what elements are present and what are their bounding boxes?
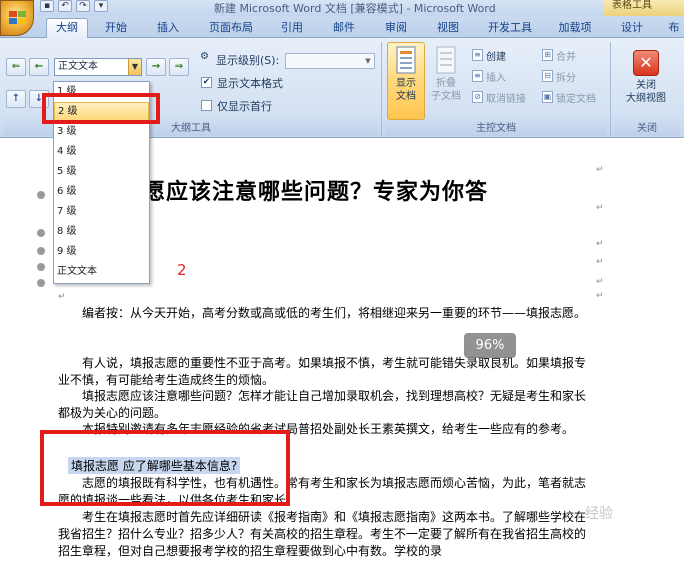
outline-bullet[interactable] [37,263,45,271]
merge-subdocument-button[interactable]: ⊞ 合并 [542,47,576,63]
split-icon: ⊟ [542,70,553,82]
redo-icon[interactable]: ↷ [76,0,90,12]
paragraph-mark: ↵ [596,203,604,213]
demote-to-body-button[interactable]: ⇒ [169,58,189,76]
create-icon: ≡ [472,49,483,61]
close-outline-view-button[interactable]: ✕ 关闭 大纲视图 [616,50,676,105]
level-option[interactable]: 6 级 [54,182,149,202]
demote-button[interactable]: → [146,58,166,76]
merge-icon: ⊞ [542,49,553,61]
outline-level-value: 正文文本 [58,61,98,72]
level-option[interactable]: 9 级 [54,242,149,262]
tab-page-layout[interactable]: 页面布局 [200,19,262,38]
window-title: 新建 Microsoft Word 文档 [兼容模式] - Microsoft … [214,2,496,15]
close-icon: ✕ [633,50,659,76]
collapse-subdocuments-button[interactable]: 折叠 子文档 [428,46,464,103]
unlink-icon: ⊘ [472,91,483,103]
group-separator [610,42,611,136]
outline-bullet[interactable] [37,279,45,287]
paragraph-mark: ↵ [596,277,604,287]
watermark: 经验 [585,506,613,522]
tab-review[interactable]: 审阅 [374,19,418,38]
level-option[interactable]: 4 级 [54,142,149,162]
show-document-icon [396,46,416,74]
undo-icon[interactable]: ↶ [58,0,72,12]
context-tab-header: 表格工具 [604,0,684,16]
outline-bullet[interactable] [37,247,45,255]
promote-button[interactable]: ← [29,58,49,76]
unlink-label: 取消链接 [486,93,526,105]
show-text-format-label: 显示文本格式 [217,77,283,90]
chevron-down-icon[interactable]: ▼ [128,59,141,75]
lock-document-button[interactable]: ▣ 锁定文档 [542,89,596,105]
outline-bullet[interactable] [37,191,45,199]
body-paragraph: 考生在填报志愿时首先应详细研读《报考指南》和《填报志愿指南》这两本书。了解哪些学… [58,510,587,558]
create-label: 创建 [486,51,506,63]
level-option[interactable]: 正文文本 [54,262,149,282]
merge-label: 合并 [556,51,576,63]
level-option[interactable]: 5 级 [54,162,149,182]
paragraph-mark: ↵ [596,291,604,301]
office-logo-icon [9,11,26,24]
first-line-only-checkbox[interactable] [201,100,212,111]
insert-subdocument-button[interactable]: ≡ 插入 [472,68,506,84]
zoom-indicator: 96% [464,333,516,358]
split-subdocument-button[interactable]: ⊟ 拆分 [542,68,576,84]
level-option[interactable]: 8 级 [54,222,149,242]
level-option[interactable]: 3 级 [54,122,149,142]
split-label: 拆分 [556,72,576,84]
close-outline-view-label: 关闭 大纲视图 [626,80,666,104]
quick-access-toolbar: ▪ ↶ ↷ ▾ [40,0,108,14]
move-up-button[interactable]: ↑ [6,90,26,108]
document-title: 志愿应该注意哪些问题？专家为你答 [120,179,489,205]
customize-qat-icon[interactable]: ▾ [94,0,108,12]
promote-to-heading1-button[interactable]: ⇐ [6,58,26,76]
tab-developer[interactable]: 开发工具 [478,19,542,38]
tab-view[interactable]: 视图 [426,19,470,38]
paragraph-mark: ↵ [596,257,604,267]
ribbon-tab-bar: 大纲 开始 插入 页面布局 引用 邮件 审阅 视图 开发工具 加载项 设计 布 [0,16,684,39]
tab-mailings[interactable]: 邮件 [322,19,366,38]
chevron-down-icon[interactable]: ▼ [362,54,374,68]
outline-bullet[interactable] [37,229,45,237]
collapse-subdocuments-label: 折叠 子文档 [431,78,461,102]
show-document-label: 显示 文档 [396,78,416,102]
show-document-button[interactable]: 显示 文档 [388,46,424,103]
save-icon[interactable]: ▪ [40,0,54,12]
paragraph-mark: ↵ [58,292,66,302]
annotation-box-heading [40,430,290,506]
paragraph-mark: ↵ [596,239,604,249]
group-label-close: 关闭 [614,122,680,136]
tab-references[interactable]: 引用 [270,19,314,38]
unlink-subdocument-button[interactable]: ⊘ 取消链接 [472,89,526,105]
tab-layout-partial[interactable]: 布 [664,19,684,38]
first-line-only-label: 仅显示首行 [217,100,272,113]
show-level-select[interactable]: ▼ [285,53,375,69]
create-subdocument-button[interactable]: ≡ 创建 [472,47,506,63]
title-bar: ▪ ↶ ↷ ▾ 新建 Microsoft Word 文档 [兼容模式] - Mi… [0,0,684,16]
body-paragraph: 填报志愿应该注意哪些问题？怎样才能让自己增加录取机会，找到理想高校？无疑是考生和… [58,389,587,420]
body-paragraph: 编者按：从今天开始，高考分数或高或低的考生们，将相继迎来另一重要的环节——填报志… [82,306,587,320]
lock-label: 锁定文档 [556,93,596,105]
tab-design[interactable]: 设计 [612,19,652,38]
show-text-format-checkbox[interactable]: ✔ [201,77,212,88]
annotation-box-level [42,93,160,124]
tab-outline[interactable]: 大纲 [46,18,88,39]
group-separator [381,42,382,136]
show-level-label: 显示级别(S): [216,54,280,67]
annotation-step-label: 2 [177,261,187,279]
tab-insert[interactable]: 插入 [146,19,190,38]
level-option[interactable]: 7 级 [54,202,149,222]
collapse-subdocuments-icon [436,46,456,74]
outline-level-combo[interactable]: 正文文本 ▼ [54,58,142,76]
body-paragraph: 有人说，填报志愿的重要性不亚于高考。如果填报不慎，考生就可能错失录取良机。如果填… [58,356,587,387]
show-level-icon: ⚙ [200,51,209,62]
group-label-master-document: 主控文档 [385,122,607,136]
insert-icon: ≡ [472,70,483,82]
lock-icon: ▣ [542,91,553,103]
paragraph-mark: ↵ [596,165,604,175]
tab-add-ins[interactable]: 加载项 [550,19,600,38]
tab-home[interactable]: 开始 [94,19,138,38]
insert-label: 插入 [486,72,506,84]
